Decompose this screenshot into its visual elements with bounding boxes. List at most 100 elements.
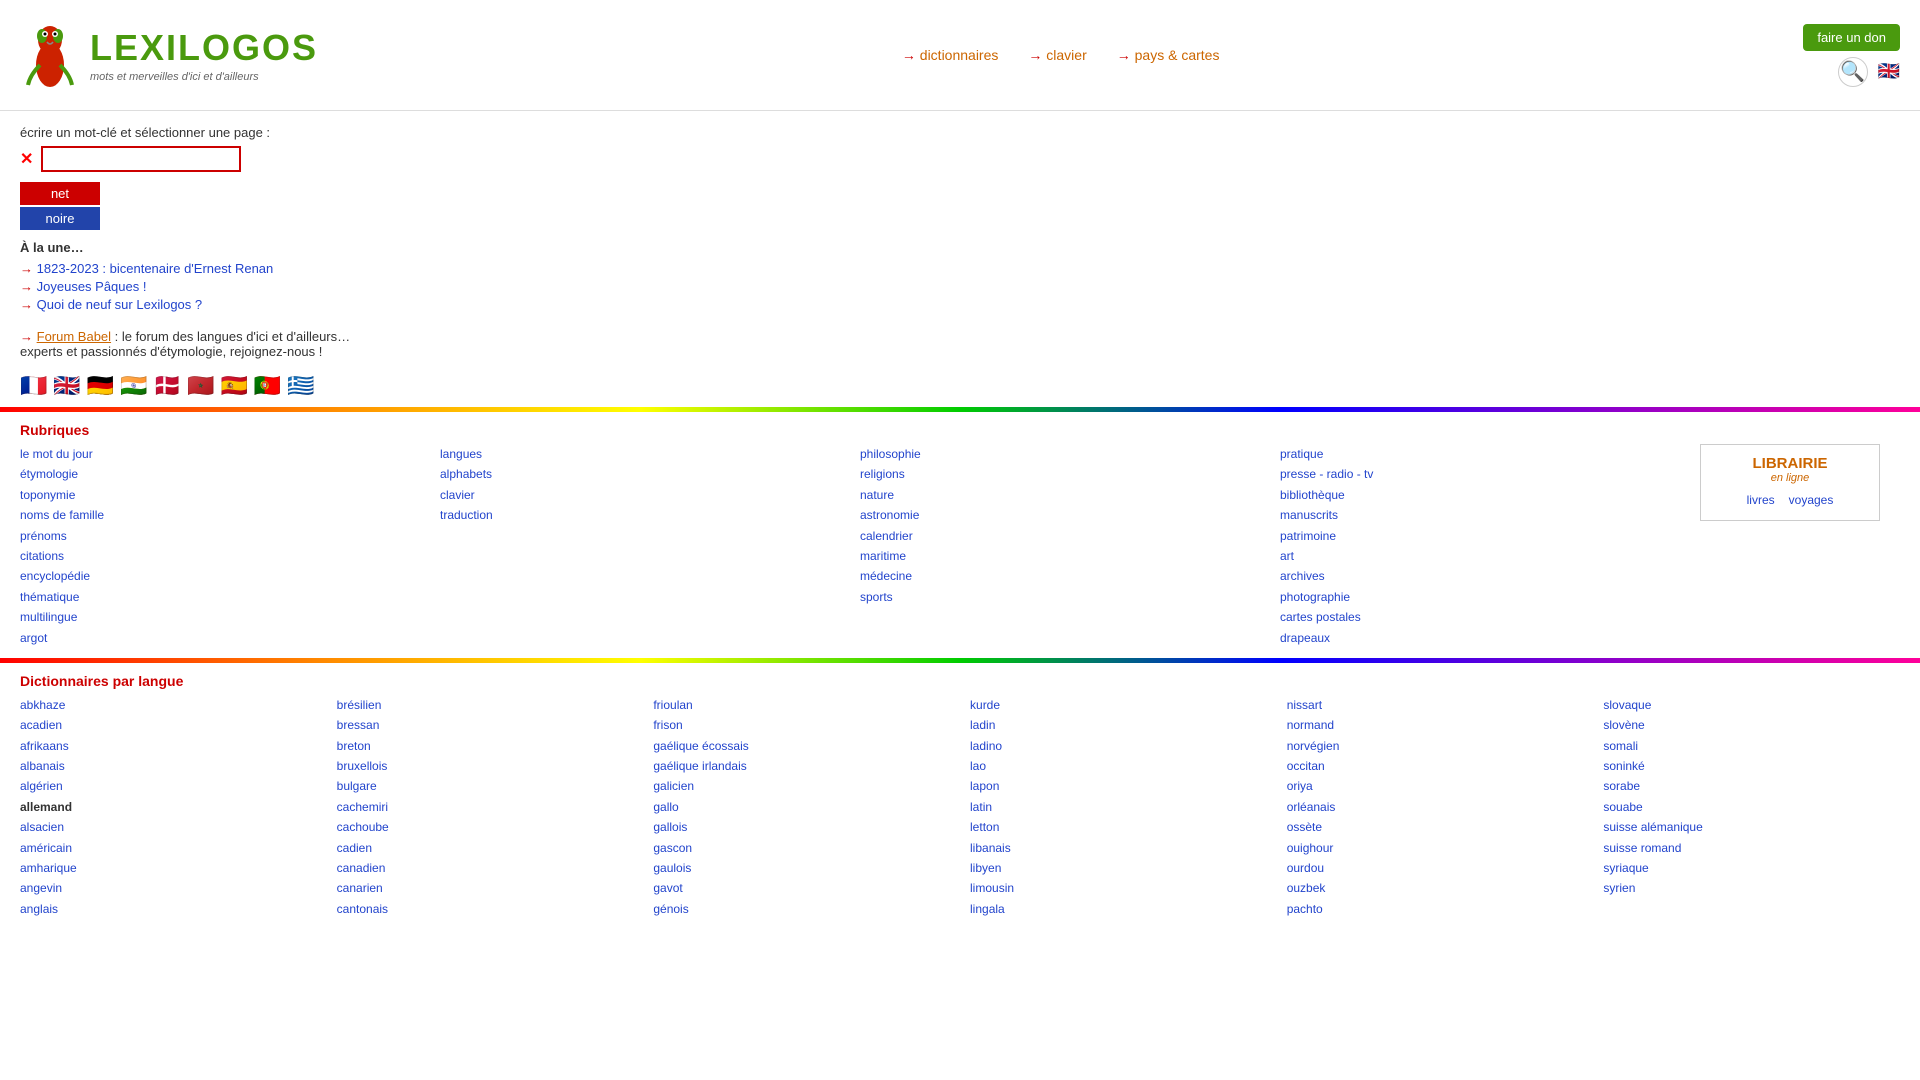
rub-link[interactable]: sports xyxy=(860,587,1280,607)
rub-link[interactable]: drapeaux xyxy=(1280,628,1700,648)
dict-link[interactable]: gaulois xyxy=(653,858,950,878)
dict-link[interactable]: ouzbek xyxy=(1287,878,1584,898)
dict-link[interactable]: latin xyxy=(970,797,1267,817)
btn-noire[interactable]: noire xyxy=(20,207,100,230)
clear-button[interactable]: ✕ xyxy=(20,149,33,169)
dict-link[interactable]: ossète xyxy=(1287,817,1584,837)
rub-link[interactable]: argot xyxy=(20,628,440,648)
rub-link[interactable]: astronomie xyxy=(860,505,1280,525)
rub-link[interactable]: multilingue xyxy=(20,607,440,627)
rub-link[interactable]: prénoms xyxy=(20,526,440,546)
flag-gr[interactable]: 🇬🇷 xyxy=(287,373,314,399)
dict-link[interactable]: limousin xyxy=(970,878,1267,898)
librairie-voyages[interactable]: voyages xyxy=(1789,490,1834,510)
dict-link[interactable]: canadien xyxy=(337,858,634,878)
rub-link[interactable]: clavier xyxy=(440,485,860,505)
flag-es[interactable]: 🇪🇸 xyxy=(220,373,247,399)
dict-link[interactable]: somali xyxy=(1603,736,1900,756)
dict-link[interactable]: galicien xyxy=(653,776,950,796)
dict-link[interactable]: cantonais xyxy=(337,899,634,919)
rub-link[interactable]: alphabets xyxy=(440,464,860,484)
dict-link[interactable]: gavot xyxy=(653,878,950,898)
rub-link[interactable]: nature xyxy=(860,485,1280,505)
dict-link[interactable]: anglais xyxy=(20,899,317,919)
rub-link[interactable]: pratique xyxy=(1280,444,1700,464)
dict-link[interactable]: brésilien xyxy=(337,695,634,715)
dict-link[interactable]: cachoube xyxy=(337,817,634,837)
dict-link[interactable]: cachemiri xyxy=(337,797,634,817)
english-flag[interactable]: 🇬🇧 xyxy=(1878,61,1900,82)
rub-link[interactable]: bibliothèque xyxy=(1280,485,1700,505)
flag-fr[interactable]: 🇫🇷 xyxy=(20,373,47,399)
dict-link[interactable]: amharique xyxy=(20,858,317,878)
rub-link[interactable]: manuscrits xyxy=(1280,505,1700,525)
dict-link[interactable]: afrikaans xyxy=(20,736,317,756)
dict-link[interactable]: soninké xyxy=(1603,756,1900,776)
rub-link[interactable]: maritime xyxy=(860,546,1280,566)
dict-link[interactable]: lingala xyxy=(970,899,1267,919)
rub-link[interactable]: presse - radio - tv xyxy=(1280,464,1700,484)
dict-link[interactable]: occitan xyxy=(1287,756,1584,776)
flag-ma[interactable]: 🇲🇦 xyxy=(187,373,214,399)
btn-net[interactable]: net xyxy=(20,182,100,205)
dict-link[interactable]: lao xyxy=(970,756,1267,776)
rub-link[interactable]: noms de famille xyxy=(20,505,440,525)
nav-clavier[interactable]: → clavier xyxy=(1028,47,1086,63)
dict-link[interactable]: cadien xyxy=(337,838,634,858)
dict-link[interactable]: slovaque xyxy=(1603,695,1900,715)
news-item-2[interactable]: → Quoi de neuf sur Lexilogos ? xyxy=(20,297,1900,312)
dict-link[interactable]: ladino xyxy=(970,736,1267,756)
dict-link[interactable]: pachto xyxy=(1287,899,1584,919)
dict-link[interactable]: letton xyxy=(970,817,1267,837)
dict-link[interactable]: gascon xyxy=(653,838,950,858)
dict-link[interactable]: algérien xyxy=(20,776,317,796)
dict-link[interactable]: syriaque xyxy=(1603,858,1900,878)
header-search-icon[interactable]: 🔍 xyxy=(1838,57,1868,87)
dict-link[interactable]: gaélique écossais xyxy=(653,736,950,756)
dict-link[interactable]: allemand xyxy=(20,797,317,817)
dict-link[interactable]: sorabe xyxy=(1603,776,1900,796)
dict-link[interactable]: frioulan xyxy=(653,695,950,715)
rub-link[interactable]: photographie xyxy=(1280,587,1700,607)
search-input[interactable] xyxy=(41,146,241,172)
flag-dk[interactable]: 🇩🇰 xyxy=(154,373,181,399)
dict-link[interactable]: bulgare xyxy=(337,776,634,796)
dict-link[interactable]: canarien xyxy=(337,878,634,898)
dict-link[interactable]: américain xyxy=(20,838,317,858)
dict-link[interactable]: lapon xyxy=(970,776,1267,796)
dict-link[interactable]: angevin xyxy=(20,878,317,898)
flag-pt[interactable]: 🇵🇹 xyxy=(254,373,281,399)
rub-link[interactable]: thématique xyxy=(20,587,440,607)
dict-link[interactable]: slovène xyxy=(1603,715,1900,735)
rub-link[interactable]: médecine xyxy=(860,566,1280,586)
rub-link[interactable]: le mot du jour xyxy=(20,444,440,464)
news-item-0[interactable]: → 1823-2023 : bicentenaire d'Ernest Rena… xyxy=(20,261,1900,276)
donate-button[interactable]: faire un don xyxy=(1803,24,1900,51)
rub-link[interactable]: citations xyxy=(20,546,440,566)
rub-link[interactable]: art xyxy=(1280,546,1700,566)
dict-link[interactable]: gallo xyxy=(653,797,950,817)
dict-link[interactable]: libyen xyxy=(970,858,1267,878)
dict-link[interactable]: syrien xyxy=(1603,878,1900,898)
dict-link[interactable]: ouighour xyxy=(1287,838,1584,858)
nav-dictionnaires[interactable]: → dictionnaires xyxy=(902,47,999,63)
dict-link[interactable]: breton xyxy=(337,736,634,756)
dict-link[interactable]: norvégien xyxy=(1287,736,1584,756)
rub-link[interactable]: traduction xyxy=(440,505,860,525)
dict-link[interactable]: ourdou xyxy=(1287,858,1584,878)
rub-link[interactable]: toponymie xyxy=(20,485,440,505)
librairie-livres[interactable]: livres xyxy=(1747,490,1775,510)
dict-link[interactable]: bruxellois xyxy=(337,756,634,776)
dict-link[interactable]: alsacien xyxy=(20,817,317,837)
dict-link[interactable]: oriya xyxy=(1287,776,1584,796)
dict-link[interactable]: souabe xyxy=(1603,797,1900,817)
dict-link[interactable]: normand xyxy=(1287,715,1584,735)
dict-link[interactable]: suisse romand xyxy=(1603,838,1900,858)
dict-link[interactable]: ladin xyxy=(970,715,1267,735)
nav-pays[interactable]: → pays & cartes xyxy=(1117,47,1220,63)
dict-link[interactable]: nissart xyxy=(1287,695,1584,715)
dict-link[interactable]: libanais xyxy=(970,838,1267,858)
dict-link[interactable]: frison xyxy=(653,715,950,735)
rub-link[interactable]: encyclopédie xyxy=(20,566,440,586)
dict-link[interactable]: orléanais xyxy=(1287,797,1584,817)
